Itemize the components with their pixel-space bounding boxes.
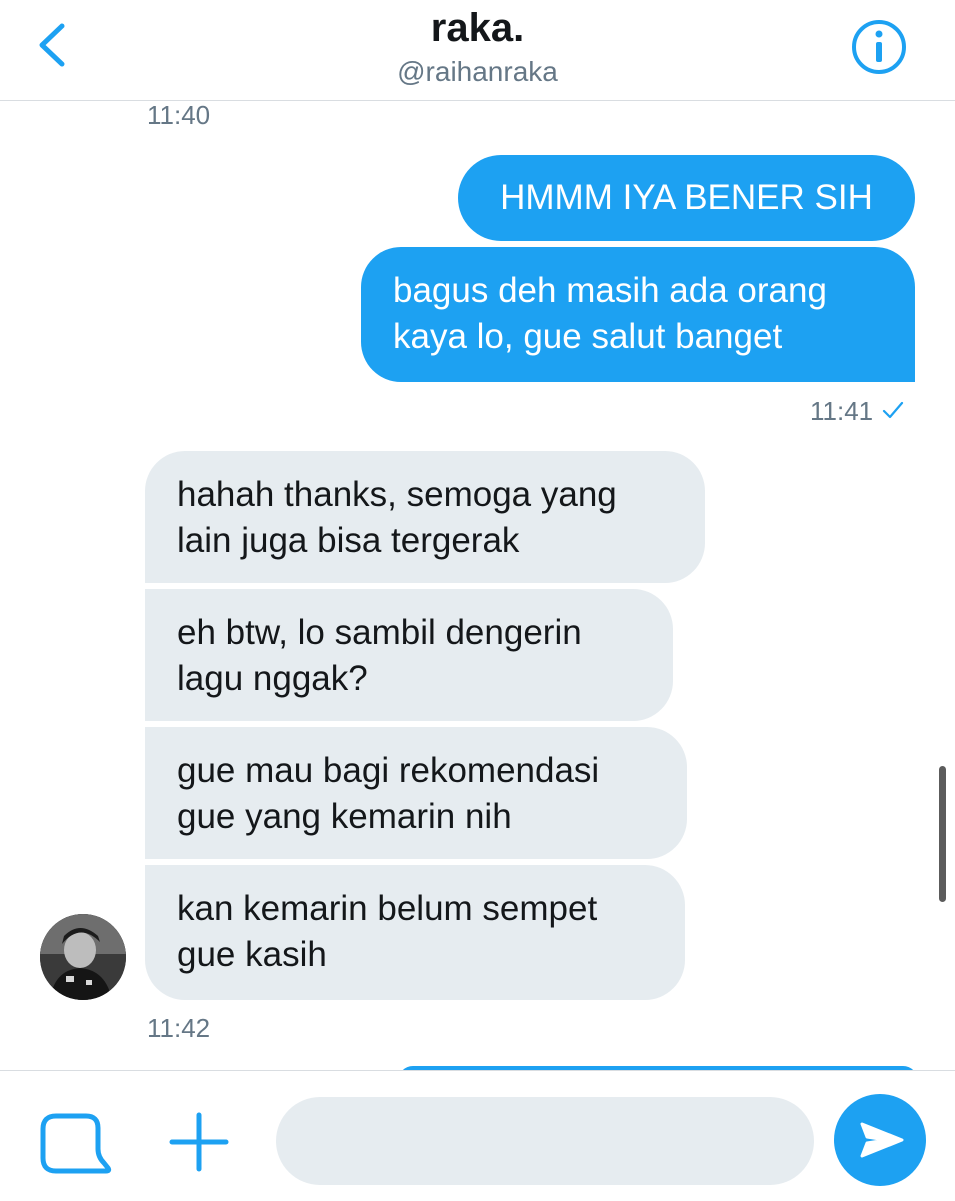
received-message-bubble[interactable]: hahah thanks, semoga yang lain juga bisa… xyxy=(145,451,705,583)
add-button[interactable] xyxy=(166,1109,232,1175)
scrollbar[interactable] xyxy=(939,766,946,902)
received-message-bubble[interactable]: kan kemarin belum sempet gue kasih xyxy=(145,865,685,1000)
timestamp: 11:41 xyxy=(810,396,905,429)
message-line: eh btw, lo sambil dengerin xyxy=(177,613,582,652)
message-line: gue kasih xyxy=(177,935,327,974)
conversation-header: raka. @raihanraka xyxy=(0,0,955,101)
message-line: lagu nggak? xyxy=(177,659,368,698)
timestamp: 11:40 xyxy=(147,100,211,130)
timestamp-text: 11:41 xyxy=(810,396,874,426)
message-line: kan kemarin belum sempet xyxy=(177,889,598,928)
conversation-title[interactable]: raka. xyxy=(0,6,955,51)
sent-message-bubble[interactable]: bagus deh masih ada orang kaya lo, gue s… xyxy=(361,247,915,382)
received-message-bubble[interactable]: gue mau bagi rekomendasi gue yang kemari… xyxy=(145,727,687,859)
info-icon xyxy=(852,20,906,74)
message-line: hahah thanks, semoga yang xyxy=(177,475,617,514)
message-input[interactable] xyxy=(276,1097,814,1185)
message-line: gue mau bagi rekomendasi xyxy=(177,751,600,790)
send-button[interactable] xyxy=(834,1094,926,1186)
timestamp: 11:42 xyxy=(147,1013,211,1043)
media-button[interactable] xyxy=(38,1111,112,1185)
user-photo xyxy=(40,914,126,1000)
avatar[interactable] xyxy=(40,914,126,1000)
gif-media-icon xyxy=(40,1113,112,1174)
message-line: kaya lo, gue salut banget xyxy=(393,317,783,356)
send-icon xyxy=(860,1122,904,1158)
received-message-bubble[interactable]: eh btw, lo sambil dengerin lagu nggak? xyxy=(145,589,673,721)
message-line: bagus deh masih ada orang xyxy=(393,271,827,310)
checkmark-icon xyxy=(881,398,905,429)
conversation-handle: @raihanraka xyxy=(397,56,558,87)
info-button[interactable] xyxy=(850,18,908,76)
plus-icon xyxy=(169,1112,229,1172)
message-text: HMMM IYA BENER SIH xyxy=(500,178,873,217)
sent-message-bubble[interactable]: HMMM IYA BENER SIH xyxy=(458,155,915,241)
message-line: gue yang kemarin nih xyxy=(177,797,512,836)
message-composer xyxy=(0,1070,955,1201)
message-line: lain juga bisa tergerak xyxy=(177,521,520,560)
